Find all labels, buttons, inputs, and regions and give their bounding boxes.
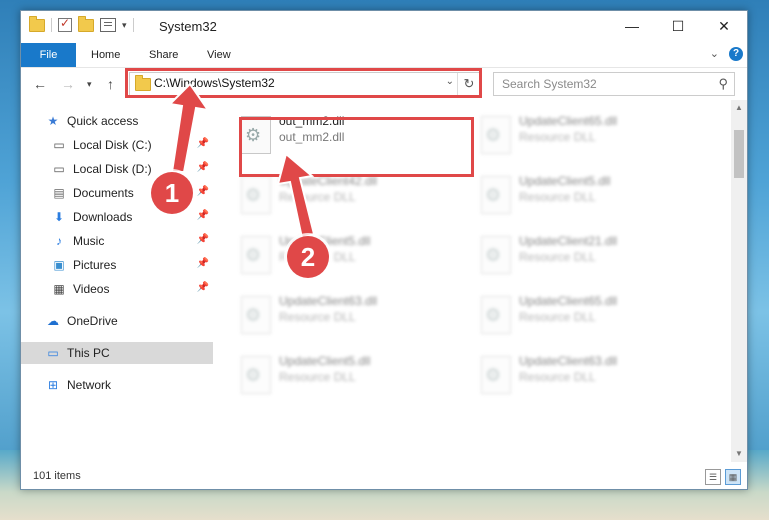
- step-2-badge: 2: [287, 236, 329, 278]
- arrow-to-file: [276, 152, 316, 240]
- arrow-to-address-bar: [167, 82, 211, 173]
- step-1-badge: 1: [151, 172, 193, 214]
- annotation-arrows: [167, 82, 316, 240]
